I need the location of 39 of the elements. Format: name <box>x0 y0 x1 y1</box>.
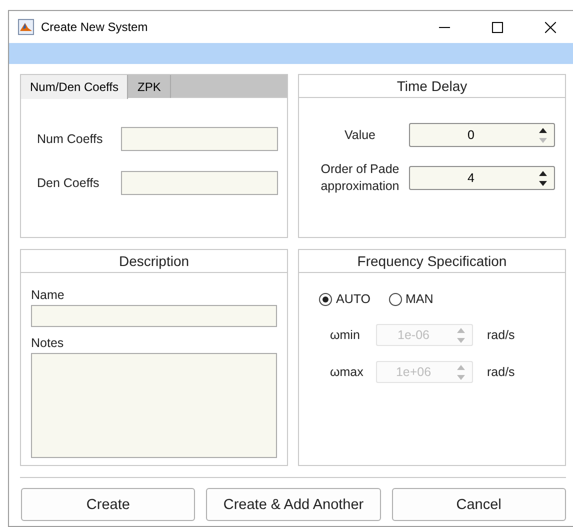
caret-up-icon <box>539 128 547 132</box>
spinner-field[interactable]: 0 <box>409 123 555 147</box>
field-label: Name <box>31 288 66 302</box>
coefficients-field[interactable] <box>121 127 278 151</box>
spinner-field[interactable]: 4 <box>409 166 555 190</box>
notes-field[interactable] <box>31 353 277 458</box>
name-field[interactable] <box>31 305 277 327</box>
caret-down-icon <box>539 138 547 142</box>
caret-up-icon <box>457 364 465 370</box>
field-label: Order of Pade approximation <box>320 161 400 195</box>
unit-label: rad/s <box>487 365 515 379</box>
caret-down-icon <box>539 180 547 186</box>
caret-down-icon <box>457 338 465 342</box>
close-icon <box>544 22 556 32</box>
field-label: Num Coeffs <box>37 132 104 146</box>
field-label: Value <box>344 126 376 144</box>
field-label: Notes <box>31 336 65 350</box>
maximize-icon <box>492 22 502 32</box>
field-label: ωmin <box>329 328 361 342</box>
field-label: Den Coeffs <box>37 176 100 190</box>
tab[interactable]: Num/Den Coeffs <box>21 75 128 99</box>
minimize-icon <box>438 26 450 28</box>
window-title: Create New System <box>41 20 149 34</box>
panel-title: Description <box>118 253 190 269</box>
panel-title: Time Delay <box>396 78 468 94</box>
caret-up-icon <box>539 170 547 176</box>
caret-up-icon <box>457 328 465 332</box>
coefficients-field[interactable] <box>121 171 278 195</box>
unit-label: rad/s <box>487 328 515 342</box>
radio-option[interactable]: MAN <box>388 292 434 306</box>
field-label: ωmax <box>329 365 364 379</box>
app-icon <box>18 19 34 35</box>
dialog-button[interactable]: Cancel <box>392 488 566 521</box>
radio-option[interactable]: AUTO <box>319 292 370 306</box>
dialog-button[interactable]: Create & Add Another <box>206 488 381 521</box>
dialog-button[interactable]: Create <box>21 488 196 521</box>
panel-title: Frequency Specification <box>357 253 507 269</box>
caret-down-icon <box>457 374 465 380</box>
tab[interactable]: ZPK <box>128 75 171 98</box>
